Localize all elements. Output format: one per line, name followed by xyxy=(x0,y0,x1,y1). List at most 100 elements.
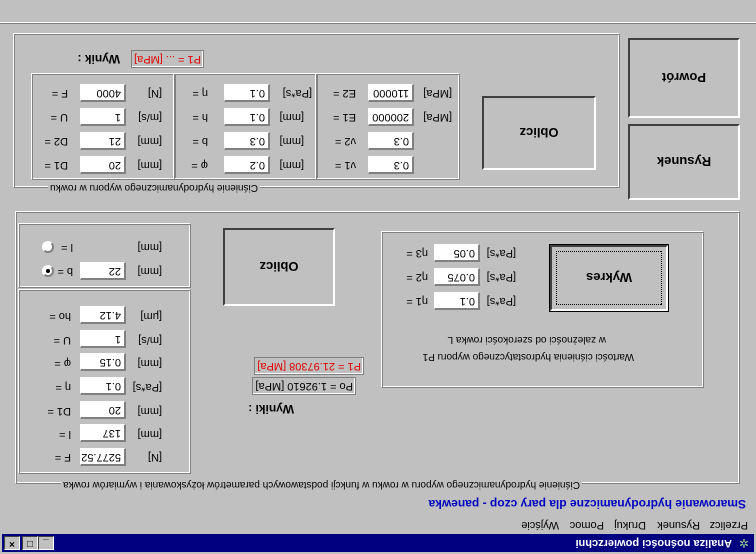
col3-v1-input[interactable]: 0.3 xyxy=(368,156,414,174)
col1-unit: [mm] xyxy=(137,135,162,147)
result-label-1: Wynik : xyxy=(77,52,120,66)
drawing-button[interactable]: Rysunek xyxy=(628,124,740,200)
param-unit: [m/s] xyxy=(138,334,162,346)
col3-E1-input[interactable]: 200000 xyxy=(368,108,414,126)
col2-unit: [mm] xyxy=(279,135,304,147)
col3-unit: [MPa] xyxy=(423,111,452,123)
col2-eta-input[interactable]: 0.1 xyxy=(224,84,270,102)
param-unit: [Pa*s] xyxy=(132,381,162,393)
param-unit: [mm] xyxy=(137,428,162,440)
radio-b-label: b = xyxy=(57,265,73,277)
radio-l-label: l = xyxy=(61,241,73,253)
close-button[interactable]: × xyxy=(4,536,20,550)
radio-b[interactable] xyxy=(42,265,54,277)
eta-label: η2 = xyxy=(406,271,428,283)
app-icon: ✲ xyxy=(738,536,750,550)
menu-rysunek[interactable]: Rysunek xyxy=(657,518,700,531)
param-label: D1 = xyxy=(47,405,71,417)
col3-label: ν2 = xyxy=(334,135,356,147)
param-eta-input[interactable]: 0.1 xyxy=(80,377,126,395)
eta-label: η1 = xyxy=(406,295,428,307)
col1-F-input[interactable]: 4000 xyxy=(80,84,126,102)
chart-text-1: Wartości ciśnienia hydrostatycznego wypo… xyxy=(422,351,634,362)
col2-phi-input[interactable]: 0.2 xyxy=(224,156,270,174)
col3-v2-input[interactable]: 0.3 xyxy=(368,132,414,150)
col1-unit: [m/s] xyxy=(138,111,162,123)
drawing-button-label: Rysunek xyxy=(656,154,712,170)
col1-label: D2 = xyxy=(44,135,68,147)
group-pressure-caption: Ciśnienie hydrodynamicznego wyporu w row… xyxy=(48,181,260,193)
col1-label: D1 = xyxy=(44,159,68,171)
param-unit: [μm] xyxy=(140,310,162,322)
param-D1-input[interactable]: 20 xyxy=(80,401,126,419)
param-l-input[interactable]: 137 xyxy=(80,424,126,442)
divider-highlight xyxy=(0,22,756,23)
menu-drukuj[interactable]: Drukuj xyxy=(614,518,646,531)
calculate-button-1-label: Oblicz xyxy=(519,125,559,141)
status-text: Smarowanie hydrodynamiczne dla pary czop… xyxy=(428,497,746,511)
col2-unit: [Pa*s] xyxy=(282,87,312,99)
eta-unit: [Pa*s] xyxy=(486,247,516,259)
application-window: ✲ Analiza nośności powierzchni _ □ × Prz… xyxy=(0,0,756,554)
param-F-input[interactable]: 5277.52 xyxy=(80,448,126,466)
param-phi-input[interactable]: 0.15 xyxy=(80,353,126,371)
param-unit: [N] xyxy=(147,451,162,463)
col1-D2-input[interactable]: 21 xyxy=(80,132,126,150)
col3-E2-input[interactable]: 110000 xyxy=(368,84,414,102)
param-label: F = xyxy=(54,451,71,463)
result-po: Po = 1.92610 [MPa] xyxy=(252,377,356,395)
param-label: η = xyxy=(55,381,71,393)
radio-b-input[interactable]: 22 xyxy=(80,262,126,280)
radio-b-unit: [mm] xyxy=(137,265,162,277)
param-label: U = xyxy=(53,334,71,346)
eta-2-input[interactable]: 0.075 xyxy=(434,268,480,286)
back-button-label: Powrót xyxy=(661,70,707,86)
col2-b-input[interactable]: 0.3 xyxy=(224,132,270,150)
col1-U-input[interactable]: 1 xyxy=(80,108,126,126)
chart-button[interactable]: Wykres xyxy=(549,244,669,312)
maximize-button[interactable]: □ xyxy=(22,536,38,550)
col2-label: η = xyxy=(192,87,208,99)
result-p1: P1 = 21.97308 [MPa] xyxy=(254,357,364,375)
radio-l[interactable] xyxy=(42,241,54,253)
chart-text-2: w zależności od szerokości rowka L xyxy=(447,334,606,345)
eta-3-input[interactable]: 0.05 xyxy=(434,244,480,262)
col2-h-input[interactable]: 0.1 xyxy=(224,108,270,126)
col1-unit: [N] xyxy=(147,87,162,99)
minimize-button[interactable]: _ xyxy=(38,536,54,550)
radio-l-unit: [mm] xyxy=(137,241,162,253)
eta-1-input[interactable]: 0.1 xyxy=(434,292,480,310)
col1-label: F = xyxy=(51,87,68,99)
result-p1-pending: P1 = ... [MPa] xyxy=(131,50,204,68)
param-U-input[interactable]: 1 xyxy=(80,330,126,348)
divider xyxy=(0,23,756,24)
group-pressure-function-caption: Ciśnienie hydrodynamicznego wyporu w row… xyxy=(61,478,582,490)
menu-bar: Przelicz Rysunek Drukuj Pomoc Wyjście xyxy=(2,516,754,534)
col2-unit: [mm] xyxy=(279,111,304,123)
col2-unit: [mm] xyxy=(279,159,304,171)
param-ho-input[interactable]: 4.12 xyxy=(80,306,126,324)
param-unit: [mm] xyxy=(137,357,162,369)
back-button[interactable]: Powrót xyxy=(628,38,740,118)
col1-label: U = xyxy=(50,111,68,123)
eta-unit: [Pa*s] xyxy=(486,295,516,307)
title-bar[interactable]: ✲ Analiza nośności powierzchni _ □ × xyxy=(2,534,754,552)
calculate-button-2[interactable]: Oblicz xyxy=(223,228,335,306)
col1-D1-input[interactable]: 20 xyxy=(80,156,126,174)
calculate-button-1[interactable]: Oblicz xyxy=(482,96,596,170)
col1-unit: [mm] xyxy=(137,159,162,171)
col2-label: b = xyxy=(192,135,208,147)
results-label: Wyniki : xyxy=(248,402,294,416)
col3-label: ν1 = xyxy=(334,159,356,171)
menu-wyjscie[interactable]: Wyjście xyxy=(521,518,559,531)
window-title: Analiza nośności powierzchni xyxy=(575,537,732,549)
param-unit: [mm] xyxy=(137,405,162,417)
menu-pomoc[interactable]: Pomoc xyxy=(570,518,604,531)
col2-label: h = xyxy=(192,111,208,123)
param-label: φ = xyxy=(54,357,71,369)
col2-label: φ = xyxy=(191,159,208,171)
menu-przelicz[interactable]: Przelicz xyxy=(709,518,748,531)
chart-button-focus xyxy=(556,251,662,305)
param-label: l = xyxy=(59,428,71,440)
col3-unit: [MPa] xyxy=(423,87,452,99)
